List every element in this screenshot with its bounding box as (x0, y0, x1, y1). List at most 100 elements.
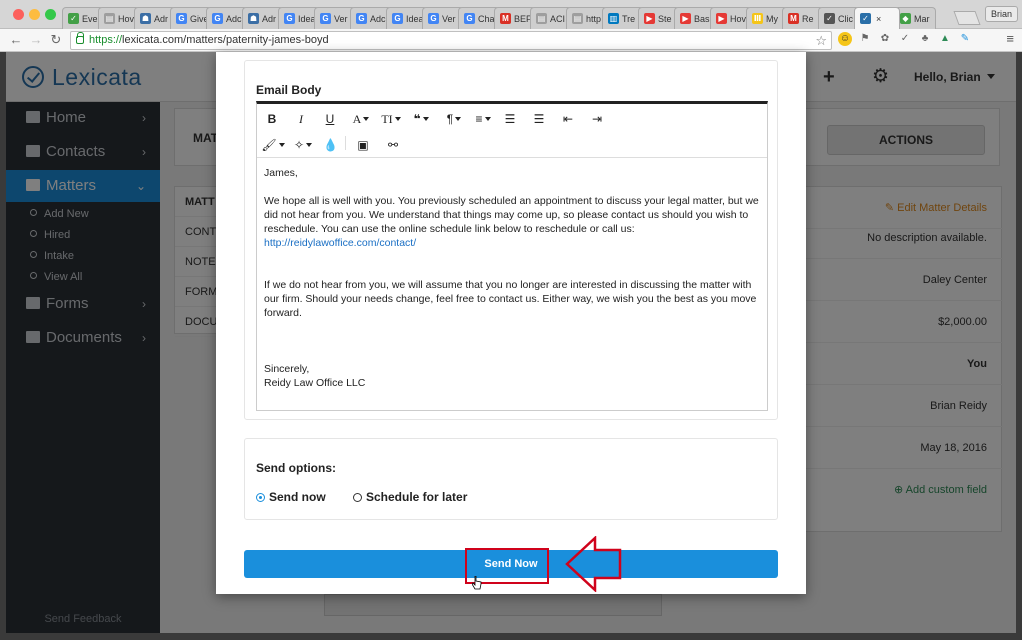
browser-tab[interactable]: ✓ × (854, 7, 900, 29)
url-scheme: https:// (89, 34, 123, 46)
image-icon[interactable]: ▣ (355, 135, 371, 155)
tab-label: Ste (658, 13, 672, 24)
tab-label: Tre (622, 13, 636, 24)
extension-leaf-icon[interactable]: ♣ (918, 32, 932, 46)
schedule-later-label: Schedule for later (366, 490, 468, 504)
contact-link[interactable]: http://reidylawoffice.com/contact/ (264, 236, 760, 250)
tab-label: http (586, 13, 602, 24)
tab-favicon-icon: G (320, 13, 331, 24)
font-color-icon[interactable]: A (350, 109, 372, 129)
unordered-list-icon[interactable]: ☰ (532, 109, 546, 129)
tab-label: Cha (478, 13, 495, 24)
tab-favicon-icon: ▤ (572, 13, 583, 24)
toolbar-divider (345, 136, 346, 150)
send-email-modal: Email Body B I U A TI ❝ ¶ ≡ ☰ ☰ ⇤ ⇥ 🖌 ✧ … (216, 52, 806, 594)
quote-icon[interactable]: ❝ (409, 109, 433, 129)
send-options-label: Send options: (256, 461, 336, 475)
new-tab-button[interactable] (953, 11, 981, 25)
send-now-label: Send now (269, 490, 326, 504)
paragraph-icon[interactable]: ¶ (443, 109, 465, 129)
indent-icon[interactable]: ⇥ (590, 109, 604, 129)
tab-favicon-icon: ✓ (860, 13, 871, 24)
tab-label: ACI (550, 13, 566, 24)
mouse-cursor-icon (472, 576, 482, 590)
send-now-radio[interactable]: Send now (256, 490, 326, 504)
tab-label: Re (802, 13, 814, 24)
tab-favicon-icon: G (356, 13, 367, 24)
email-greeting: James, (264, 167, 298, 179)
close-window-icon[interactable] (13, 9, 24, 20)
url-path: lexicata.com/matters/paternity-james-boy… (122, 34, 329, 46)
schedule-later-radio[interactable]: Schedule for later (353, 490, 467, 504)
tab-favicon-icon: ▤ (104, 13, 115, 24)
tab-favicon-icon: G (284, 13, 295, 24)
radio-checked-icon (256, 493, 265, 502)
browser-tab-strip: ✓ Eve ▤ Hov ☗ Adr G Give G Adc ☗ Adr G Idea G Ver G Adc G I… (0, 0, 1022, 29)
outdent-icon[interactable]: ⇤ (561, 109, 575, 129)
tab-favicon-icon: ☗ (140, 13, 151, 24)
profile-button[interactable]: Brian (984, 6, 1018, 22)
send-options-section: Send options: Send now Schedule for late… (244, 438, 778, 520)
underline-icon[interactable]: U (323, 109, 337, 129)
back-arrow-icon[interactable]: ← (8, 32, 24, 48)
tab-favicon-icon: G (464, 13, 475, 24)
minimize-window-icon[interactable] (29, 9, 40, 20)
tab-label: Idea (406, 13, 424, 24)
extension-honey-icon[interactable]: ✿ (878, 32, 892, 46)
pointer-arrow-icon (565, 536, 622, 592)
email-body-text[interactable]: James, We hope all is well with you. You… (264, 166, 760, 390)
tab-label: BEF (514, 13, 532, 24)
extension-icons: ☺ ⚑ ✿ ✓ ♣ ▲ ✎ (838, 32, 972, 46)
font-size-icon[interactable]: TI (379, 109, 403, 129)
align-icon[interactable]: ≡ (471, 109, 495, 129)
maximize-window-icon[interactable] (45, 9, 56, 20)
tab-favicon-icon: G (392, 13, 403, 24)
email-body-section: Email Body B I U A TI ❝ ¶ ≡ ☰ ☰ ⇤ ⇥ 🖌 ✧ … (244, 60, 778, 420)
tab-favicon-icon: ◆ (900, 13, 911, 24)
email-paragraph-2: If we do not hear from you, we will assu… (264, 279, 757, 319)
extension-stamp-icon[interactable]: ⚑ (858, 32, 872, 46)
tab-label: My (766, 13, 778, 24)
address-bar[interactable]: https://lexicata.com/matters/paternity-j… (70, 31, 832, 50)
magic-wand-icon[interactable]: ✧ (291, 135, 315, 155)
tab-label: Mar (914, 13, 930, 24)
tab-label: Hov (730, 13, 747, 24)
tab-label: Adc (226, 13, 242, 24)
brush-icon[interactable]: 🖌 (261, 135, 285, 155)
browser-menu-icon[interactable]: ≡ (1006, 31, 1014, 46)
tab-label: Eve (82, 13, 98, 24)
link-icon[interactable]: ⚯ (385, 135, 401, 155)
forward-arrow-icon[interactable]: → (28, 32, 44, 48)
extension-pen-icon[interactable]: ✎ (958, 32, 972, 46)
tab-label: Adc (370, 13, 386, 24)
radio-unchecked-icon (353, 493, 362, 502)
extension-emoji-icon[interactable]: ☺ (838, 32, 852, 46)
tab-label: Ver (442, 13, 456, 24)
email-editor: B I U A TI ❝ ¶ ≡ ☰ ☰ ⇤ ⇥ 🖌 ✧ 💧 ▣ ⚯ James… (256, 101, 768, 411)
bookmark-star-icon[interactable]: ☆ (815, 32, 827, 49)
italic-icon[interactable]: I (294, 109, 308, 129)
email-signoff: Sincerely, (264, 363, 310, 375)
bold-icon[interactable]: B (265, 109, 279, 129)
tab-label: Ver (334, 13, 348, 24)
lock-icon (76, 32, 84, 44)
email-body-label: Email Body (256, 83, 322, 97)
browser-tab[interactable]: ◆ Mar (894, 7, 936, 29)
extension-drive-icon[interactable]: ▲ (938, 32, 952, 46)
tab-favicon-icon: ✓ (68, 13, 79, 24)
ink-drop-icon[interactable]: 💧 (323, 135, 338, 155)
email-signature: Reidy Law Office LLC (264, 377, 366, 389)
tab-favicon-icon: ✓ (824, 13, 835, 24)
extension-check-icon[interactable]: ✓ (898, 32, 912, 46)
editor-toolbar: B I U A TI ❝ ¶ ≡ ☰ ☰ ⇤ ⇥ 🖌 ✧ 💧 ▣ ⚯ (257, 104, 767, 158)
close-tab-icon[interactable]: × (876, 14, 881, 24)
tab-label: Bas (694, 13, 710, 24)
tab-label: Hov (118, 13, 135, 24)
browser-toolbar: ← → ↻ https://lexicata.com/matters/pater… (0, 29, 1022, 52)
tab-favicon-icon: M (788, 13, 799, 24)
tab-favicon-icon: G (428, 13, 439, 24)
tab-favicon-icon: G (176, 13, 187, 24)
ordered-list-icon[interactable]: ☰ (503, 109, 517, 129)
reload-icon[interactable]: ↻ (48, 32, 64, 48)
tab-favicon-icon: M (500, 13, 511, 24)
